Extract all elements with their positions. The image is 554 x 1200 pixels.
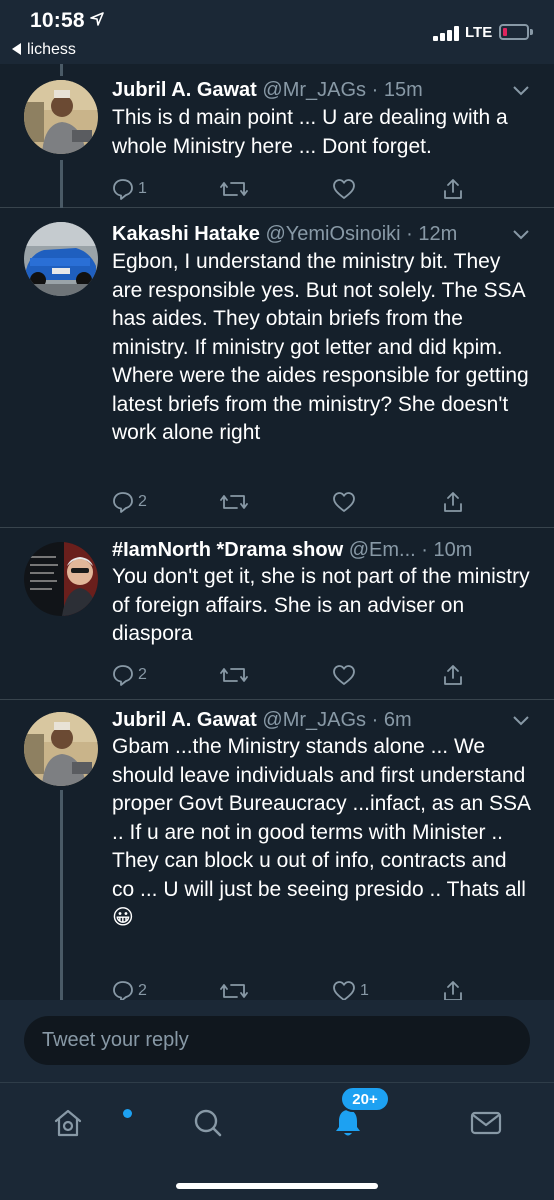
share-icon: [444, 492, 462, 512]
home-indicator[interactable]: [176, 1183, 378, 1189]
reply-icon: [113, 492, 133, 513]
reply-count: 2: [138, 982, 147, 999]
reply-button[interactable]: 1: [112, 174, 147, 204]
status-bar: 10:58 lichess LTE: [0, 0, 554, 64]
reply-input[interactable]: Tweet your reply: [24, 1016, 530, 1065]
tweet-timestamp: · 6m: [371, 709, 412, 731]
tab-search[interactable]: [186, 1101, 230, 1145]
heart-icon: [333, 492, 355, 512]
tweet-text: This is d main point ... U are dealing w…: [112, 106, 508, 158]
search-icon: [194, 1109, 222, 1137]
like-button[interactable]: [332, 487, 356, 517]
retweet-button[interactable]: [220, 660, 248, 690]
author-handle[interactable]: @YemiOsinoiki: [265, 223, 400, 245]
back-app-label: lichess: [27, 41, 76, 58]
reply-button[interactable]: 2: [112, 660, 147, 690]
mail-icon: [470, 1111, 502, 1135]
retweet-button[interactable]: [220, 487, 248, 517]
new-tweets-dot: [123, 1109, 132, 1118]
location-arrow-icon: [90, 12, 104, 26]
share-button[interactable]: [442, 660, 464, 690]
retweet-icon: [220, 182, 248, 196]
tweet[interactable]: Jubril A. Gawat @Mr_JAGs · 6m Gbam ...th…: [0, 700, 554, 1002]
thread-line: [60, 64, 63, 76]
home-icon: [54, 1109, 82, 1137]
heart-icon: [333, 179, 355, 199]
bottom-tab-bar: 20+: [0, 1082, 554, 1200]
thread-line: [60, 160, 63, 208]
notifications-badge: 20+: [340, 1086, 390, 1112]
like-button[interactable]: [332, 660, 356, 690]
chevron-down-icon[interactable]: [513, 716, 529, 726]
reply-icon: [113, 665, 133, 686]
share-icon: [444, 981, 462, 1001]
heart-icon: [333, 981, 355, 1001]
author-name[interactable]: #IamNorth *Drama show: [112, 539, 343, 561]
author-handle[interactable]: @Mr_JAGs: [262, 709, 366, 731]
author-name[interactable]: Jubril A. Gawat: [112, 79, 257, 101]
tweet[interactable]: Kakashi Hatake @YemiOsinoiki · 12m Egbon…: [0, 208, 554, 528]
back-to-app-link[interactable]: lichess: [12, 41, 76, 59]
heart-icon: [333, 665, 355, 685]
author-handle[interactable]: @Mr_JAGs: [262, 79, 366, 101]
reply-icon: [113, 179, 133, 200]
share-button[interactable]: [442, 174, 464, 204]
reply-count: 2: [138, 666, 147, 683]
reply-bar: Tweet your reply: [0, 1000, 554, 1082]
tweet[interactable]: Jubril A. Gawat @Mr_JAGs · 15m This is d…: [0, 64, 554, 208]
chevron-down-icon[interactable]: [513, 86, 529, 96]
tweet-timestamp: · 10m: [421, 539, 473, 561]
retweet-icon: [220, 984, 248, 998]
tweet[interactable]: #IamNorth *Drama show @Em... · 10m You d…: [0, 528, 554, 700]
tweet-timestamp: · 15m: [371, 79, 423, 101]
reply-placeholder: Tweet your reply: [42, 1029, 189, 1051]
chevron-down-icon[interactable]: [513, 230, 529, 240]
tweet-actions: 2: [112, 660, 532, 690]
author-name[interactable]: Jubril A. Gawat: [112, 709, 257, 731]
author-handle[interactable]: @Em...: [349, 539, 416, 561]
cellular-signal-icon: [433, 25, 461, 41]
avatar[interactable]: [24, 542, 98, 616]
retweet-icon: [220, 668, 248, 682]
reply-button[interactable]: 2: [112, 487, 147, 517]
reply-count: 2: [138, 493, 147, 510]
back-arrow-icon: [12, 43, 21, 55]
tweet-text: You don't get it, she is not part of the…: [112, 565, 530, 645]
like-count: 1: [360, 982, 369, 999]
reply-icon: [113, 981, 133, 1002]
share-button[interactable]: [442, 487, 464, 517]
status-time: 10:58: [30, 9, 85, 32]
tweet-actions: 1: [112, 174, 532, 204]
thread-line: [60, 790, 63, 1000]
tweet-text: Egbon, I understand the ministry bit. Th…: [112, 250, 529, 444]
retweet-button[interactable]: [220, 174, 248, 204]
tab-messages[interactable]: [464, 1101, 508, 1145]
tweet-timestamp: · 12m: [406, 223, 458, 245]
author-name[interactable]: Kakashi Hatake: [112, 223, 260, 245]
reply-count: 1: [138, 180, 147, 197]
tab-home[interactable]: [46, 1101, 132, 1145]
tweet-actions: 2: [112, 487, 532, 517]
share-icon: [444, 665, 462, 685]
battery-icon: [499, 24, 529, 40]
network-type: LTE: [465, 24, 493, 41]
avatar[interactable]: [24, 222, 98, 296]
retweet-icon: [220, 495, 248, 509]
avatar[interactable]: [24, 712, 98, 786]
like-button[interactable]: [332, 174, 356, 204]
share-icon: [444, 179, 462, 199]
tweet-text: Gbam ...the Ministry stands alone ... We…: [112, 735, 530, 929]
avatar[interactable]: [24, 80, 98, 154]
